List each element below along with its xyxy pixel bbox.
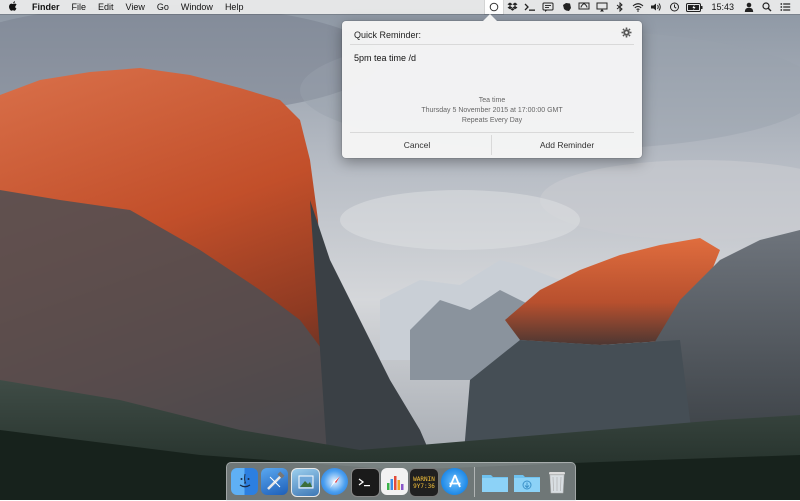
menu-go[interactable]: Go	[151, 0, 175, 14]
bluetooth-icon[interactable]	[611, 0, 629, 14]
reminder-preview: Tea time Thursday 5 November 2015 at 17:…	[342, 96, 642, 126]
menu-file[interactable]: File	[66, 0, 93, 14]
airplay-display-icon[interactable]	[593, 0, 611, 14]
preview-icon[interactable]	[291, 468, 320, 497]
apple-menu-icon[interactable]	[0, 0, 26, 14]
popover-arrow	[483, 14, 497, 21]
activity-monitor-icon[interactable]	[381, 468, 408, 495]
console-line-2: 9Y7:36	[413, 482, 435, 490]
app-store-icon[interactable]	[441, 468, 468, 495]
time-machine-icon[interactable]	[665, 0, 683, 14]
preview-repeat: Repeats Every Day	[461, 117, 523, 124]
user-icon[interactable]	[740, 0, 758, 14]
menubar-clock[interactable]: 15:43	[705, 2, 740, 12]
cancel-button[interactable]: Cancel	[342, 133, 492, 158]
menu-edit[interactable]: Edit	[92, 0, 120, 14]
wifi-icon[interactable]	[629, 0, 647, 14]
popover-title: Quick Reminder:	[354, 30, 422, 40]
xcode-icon[interactable]	[261, 468, 288, 495]
gear-icon[interactable]	[620, 27, 632, 39]
safari-icon[interactable]	[321, 468, 348, 495]
quick-reminder-icon[interactable]	[485, 0, 504, 14]
quick-reminder-popover: Quick Reminder: Tea time Thursday 5 Nove…	[342, 14, 642, 158]
evernote-icon[interactable]	[557, 0, 575, 14]
dock-separator	[474, 467, 475, 497]
console-icon[interactable]: WARNIN 9Y7:36	[409, 468, 439, 497]
spotlight-icon[interactable]	[758, 0, 776, 14]
battery-icon[interactable]	[683, 0, 705, 14]
trash-icon[interactable]	[545, 468, 569, 495]
applications-folder-icon[interactable]	[481, 468, 509, 495]
preview-date: Thursday 5 November 2015 at 17:00:00 GMT	[421, 107, 563, 114]
airplay-icon[interactable]	[575, 0, 593, 14]
menu-finder[interactable]: Finder	[26, 0, 66, 14]
preview-name: Tea time	[478, 97, 506, 104]
terminal-app-icon[interactable]	[351, 468, 380, 497]
finder-icon[interactable]	[231, 468, 258, 495]
menu-view[interactable]: View	[120, 0, 151, 14]
dropbox-icon[interactable]	[503, 0, 521, 14]
console-line-1: WARNIN	[413, 475, 435, 483]
terminal-icon[interactable]	[521, 0, 539, 14]
menu-help[interactable]: Help	[219, 0, 250, 14]
menu-window[interactable]: Window	[175, 0, 219, 14]
downloads-folder-icon[interactable]	[513, 468, 541, 495]
notification-center-icon[interactable]	[776, 0, 794, 14]
dock: WARNIN 9Y7:36	[226, 462, 576, 501]
status-area: 15:43	[485, 0, 794, 14]
reminder-input[interactable]	[354, 51, 630, 65]
popover-divider-top	[350, 44, 634, 45]
messages-icon[interactable]	[539, 0, 557, 14]
volume-icon[interactable]	[647, 0, 665, 14]
menu-bar: Finder File Edit View Go Window Help 15:…	[0, 0, 800, 14]
add-reminder-button[interactable]: Add Reminder	[492, 133, 642, 158]
